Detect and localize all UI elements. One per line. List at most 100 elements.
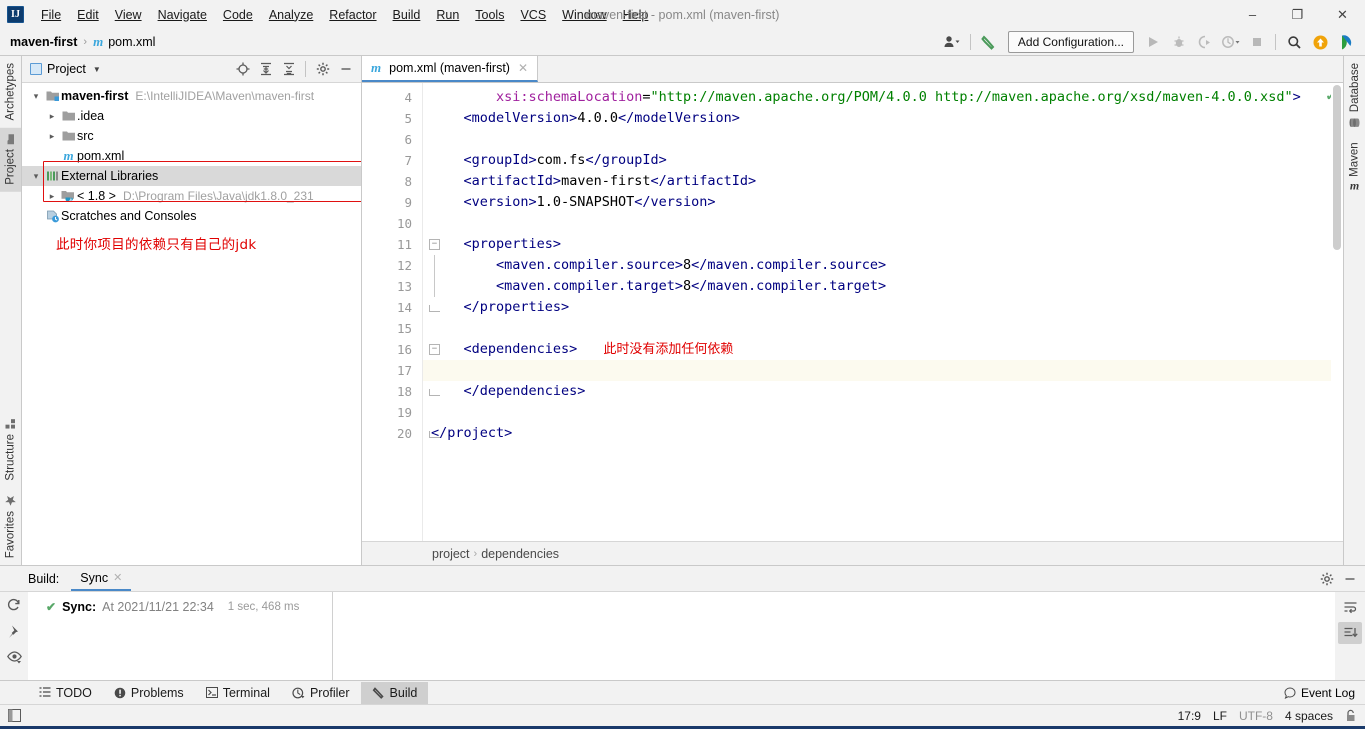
settings-gear-icon[interactable] <box>1315 568 1338 590</box>
menu-code[interactable]: Code <box>215 4 261 26</box>
bottom-item-terminal-label: Terminal <box>222 685 270 700</box>
close-icon[interactable]: ✕ <box>113 571 122 584</box>
menu-tools[interactable]: Tools <box>467 4 512 26</box>
build-panel-header-tools <box>1315 566 1365 591</box>
breadcrumb-dependencies-element[interactable]: dependencies <box>481 547 559 561</box>
line-number-gutter: 4 5 6 7 8 9 10 11− 12 13 14 15 16− 17 18… <box>362 83 440 541</box>
tree-node-maven-first[interactable]: ▾ maven-first E:\IntelliJIDEA\Maven\mave… <box>22 86 361 106</box>
indent-setting[interactable]: 4 spaces <box>1285 709 1333 723</box>
eye-icon[interactable] <box>6 650 22 664</box>
sidebar-item-archetypes[interactable]: Archetypes <box>0 56 21 128</box>
toolbar-divider-2 <box>1275 34 1276 50</box>
maximize-button[interactable]: ❐ <box>1275 0 1320 29</box>
breadcrumb-project[interactable]: maven-first <box>10 35 77 49</box>
pin-icon[interactable] <box>7 624 21 638</box>
ide-features-icon[interactable] <box>1333 30 1359 54</box>
sidebar-item-project[interactable]: Project <box>0 127 21 192</box>
tree-node-external-libraries[interactable]: ▾ External Libraries <box>22 166 361 186</box>
line-number: 13 <box>396 279 412 294</box>
update-project-icon[interactable] <box>1307 30 1333 54</box>
search-everywhere-icon[interactable] <box>1281 30 1307 54</box>
sidebar-item-favorites[interactable]: Favorites <box>0 488 21 565</box>
minimize-icon[interactable] <box>334 58 357 80</box>
build-tab-sync[interactable]: Sync ✕ <box>71 566 132 591</box>
menu-file[interactable]: File <box>33 4 69 26</box>
event-log-group[interactable]: Event Log <box>1284 686 1365 700</box>
collapse-all-icon[interactable] <box>277 58 300 80</box>
bottom-item-problems[interactable]: Problems <box>103 682 195 704</box>
line-separator[interactable]: LF <box>1213 709 1227 723</box>
expand-all-icon[interactable] <box>254 58 277 80</box>
run-with-coverage-icon[interactable] <box>1192 30 1218 54</box>
stop-icon[interactable] <box>1244 30 1270 54</box>
menu-refactor[interactable]: Refactor <box>321 4 384 26</box>
hammer-icon[interactable] <box>976 30 1002 54</box>
tree-node-src[interactable]: ▸ src <box>22 126 361 146</box>
chevron-right-icon[interactable]: ▸ <box>44 111 60 122</box>
sidebar-item-database[interactable]: Database <box>1346 56 1364 135</box>
profile-icon[interactable] <box>1218 30 1244 54</box>
chevron-down-icon[interactable]: ▼ <box>93 65 101 74</box>
minimize-button[interactable]: – <box>1230 0 1275 29</box>
menu-edit[interactable]: Edit <box>69 4 107 26</box>
bottom-item-profiler[interactable]: Profiler <box>281 682 361 704</box>
caret-position[interactable]: 17:9 <box>1178 709 1201 723</box>
user-icon[interactable] <box>939 30 965 54</box>
debug-icon[interactable] <box>1166 30 1192 54</box>
code-line: <groupId>com.fs</groupId> <box>423 150 1343 171</box>
menu-analyze[interactable]: Analyze <box>261 4 321 26</box>
scrollbar-thumb[interactable] <box>1333 85 1341 250</box>
tree-node-scratches-and-consoles[interactable]: Scratches and Consoles <box>22 206 361 226</box>
minimize-icon[interactable] <box>1338 568 1361 590</box>
chevron-down-icon[interactable]: ▾ <box>28 171 44 182</box>
tree-node-jdk[interactable]: ▸ < 1.8 > D:\Program Files\Java\jdk1.8.0… <box>22 186 361 206</box>
sidebar-maven-label: Maven <box>1348 142 1361 177</box>
menu-navigate[interactable]: Navigate <box>150 4 215 26</box>
settings-gear-icon[interactable] <box>311 58 334 80</box>
menu-run[interactable]: Run <box>428 4 467 26</box>
chevron-right-icon[interactable]: ▸ <box>44 131 60 142</box>
sidebar-item-structure[interactable]: Structure <box>0 412 21 488</box>
chevron-down-icon[interactable]: ▾ <box>28 91 44 102</box>
bottom-item-build[interactable]: Build <box>360 681 429 704</box>
menu-view[interactable]: View <box>107 4 150 26</box>
code-line: </dependencies> <box>423 381 1343 402</box>
sidebar-item-maven[interactable]: m Maven <box>1344 135 1365 198</box>
locate-icon[interactable] <box>231 58 254 80</box>
bottom-item-todo[interactable]: TODO <box>28 682 103 704</box>
breadcrumb-project-element[interactable]: project <box>432 547 470 561</box>
intellij-idea-window: IJ File Edit View Navigate Code Analyze … <box>0 0 1365 729</box>
build-row-sync[interactable]: ✔ Sync: At 2021/11/21 22:34 1 sec, 468 m… <box>28 597 332 617</box>
code-text-area[interactable]: xsi:schemaLocation="http://maven.apache.… <box>422 83 1343 541</box>
close-button[interactable]: ✕ <box>1320 0 1365 29</box>
chevron-right-icon[interactable]: ▸ <box>44 191 60 202</box>
file-encoding[interactable]: UTF-8 <box>1239 709 1273 723</box>
line-number: 5 <box>404 111 412 126</box>
menu-vcs[interactable]: VCS <box>512 4 554 26</box>
folder-icon <box>60 110 77 122</box>
scroll-to-end-icon[interactable] <box>1338 622 1362 644</box>
menu-build[interactable]: Build <box>385 4 429 26</box>
menu-window[interactable]: Window <box>554 4 614 26</box>
code-line: <modelVersion>4.0.0</modelVersion> <box>423 108 1343 129</box>
status-bar-left[interactable] <box>8 709 21 722</box>
run-icon[interactable] <box>1140 30 1166 54</box>
gutter-line: 4 <box>362 87 422 108</box>
breadcrumb-file[interactable]: pom.xml <box>108 35 155 49</box>
gutter-line: 5 <box>362 108 422 129</box>
bottom-item-terminal[interactable]: Terminal <box>195 682 281 704</box>
code-string: "http://maven.apache.org/POM/4.0.0 http:… <box>650 89 1293 105</box>
tree-node-idea[interactable]: ▸ .idea <box>22 106 361 126</box>
read-write-icon[interactable] <box>1345 709 1357 722</box>
project-panel-title-group[interactable]: Project ▼ <box>26 62 101 76</box>
add-configuration-button[interactable]: Add Configuration... <box>1007 31 1134 53</box>
soft-wrap-icon[interactable] <box>1338 596 1362 618</box>
layout-icon[interactable] <box>8 709 21 722</box>
editor-tab-pom-xml[interactable]: m pom.xml (maven-first) ✕ <box>362 56 539 82</box>
refresh-icon[interactable] <box>7 598 21 612</box>
menu-help[interactable]: Help <box>615 4 657 26</box>
editor-scrollbar[interactable] <box>1331 83 1343 541</box>
close-icon[interactable]: ✕ <box>518 61 528 75</box>
tree-node-pom-xml[interactable]: m pom.xml <box>22 146 361 166</box>
tree-label-external-libraries: External Libraries <box>61 169 159 183</box>
